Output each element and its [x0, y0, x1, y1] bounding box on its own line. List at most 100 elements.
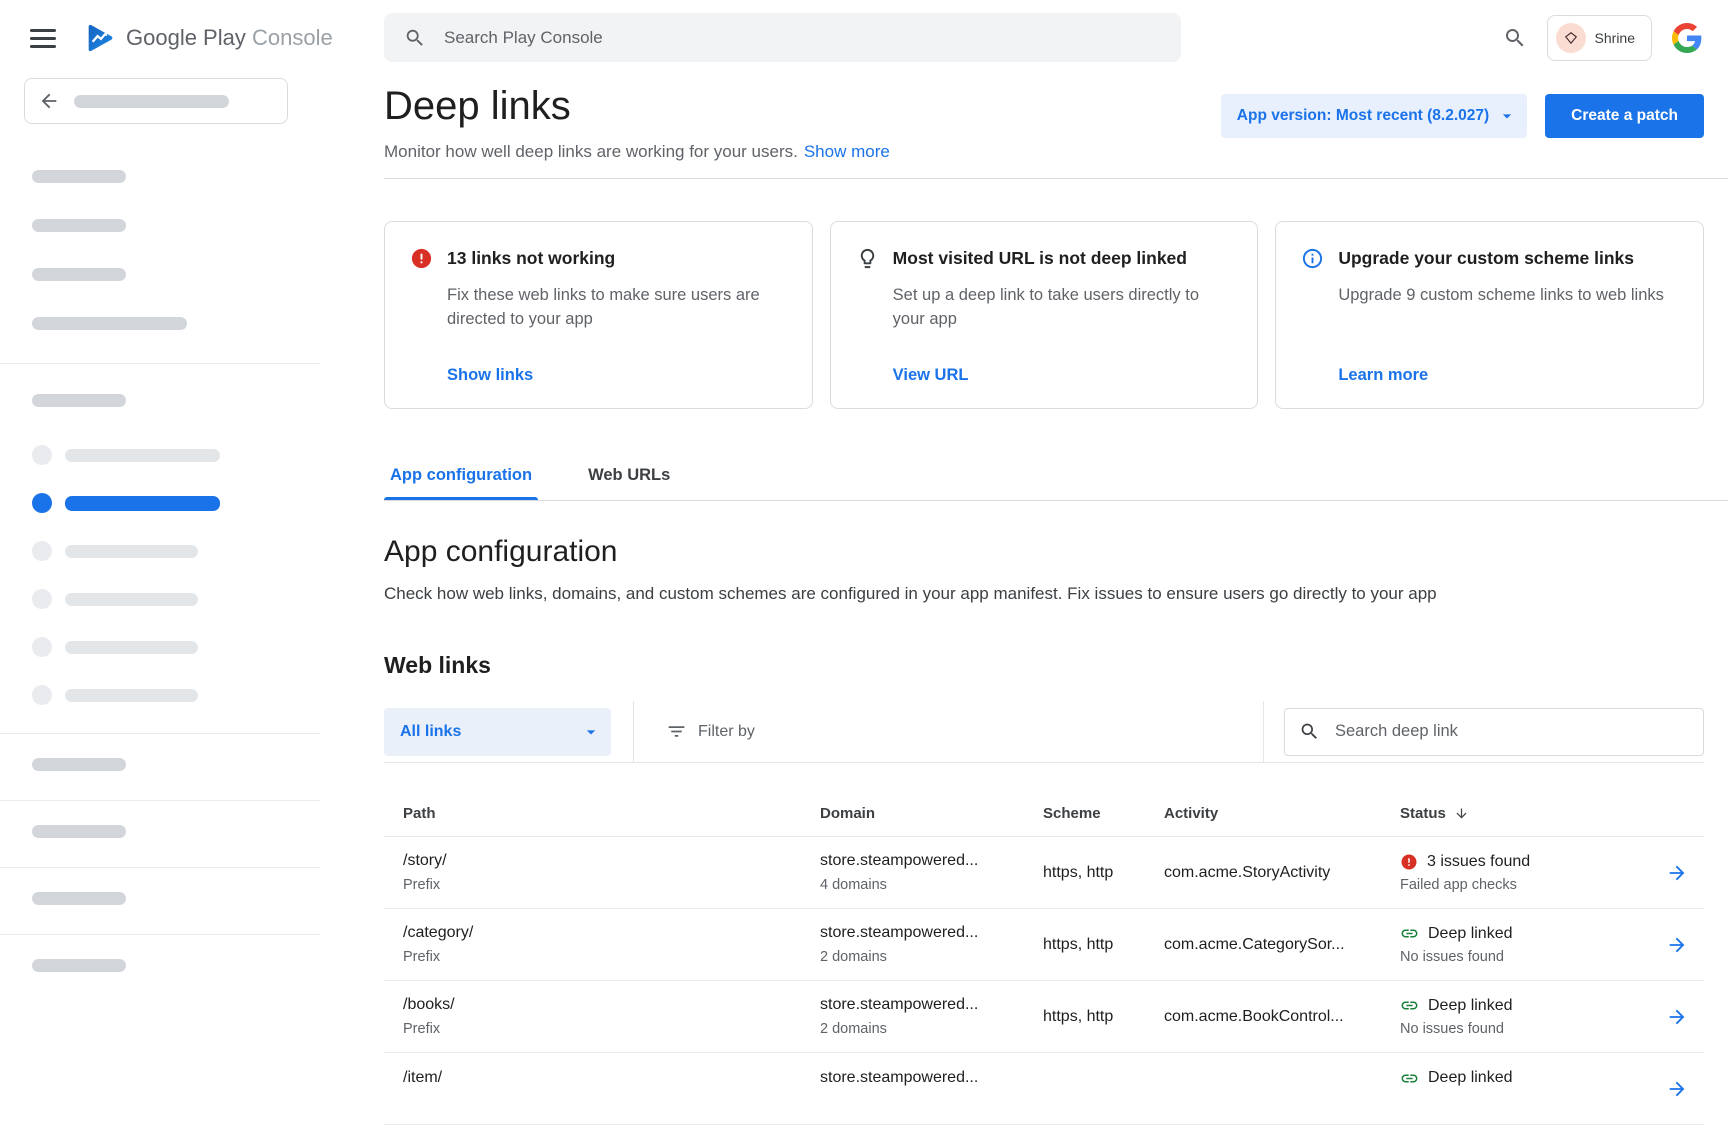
- skeleton-bar: [32, 317, 187, 330]
- view-url-link[interactable]: View URL: [893, 366, 1234, 385]
- row-arrow-icon[interactable]: [1666, 862, 1688, 884]
- google-account-avatar[interactable]: [1672, 23, 1702, 53]
- nav-item-icon: [32, 637, 52, 657]
- deep-link-path: /item/: [403, 1069, 820, 1087]
- skeleton-bar: [32, 170, 126, 183]
- status-detail: [1400, 1094, 1640, 1109]
- status-badge: Deep linked: [1428, 925, 1513, 943]
- skeleton-bar: [74, 95, 229, 108]
- nav-item-icon: [32, 589, 52, 609]
- domain: store.steampowered...: [820, 852, 1043, 870]
- table-row[interactable]: /books/Prefix store.steampowered...2 dom…: [384, 981, 1704, 1053]
- page-header: Deep links Monitor how well deep links a…: [384, 82, 1704, 162]
- card-title: 13 links not working: [447, 248, 615, 269]
- search-icon-button[interactable]: [1503, 26, 1527, 50]
- deep-link-search[interactable]: [1284, 708, 1704, 756]
- section-description: Check how web links, domains, and custom…: [384, 584, 1704, 604]
- logo-text-secondary: Console: [252, 25, 333, 50]
- status-badge: 3 issues found: [1427, 853, 1530, 871]
- sidebar: [0, 76, 320, 1080]
- card-body: Fix these web links to make sure users a…: [447, 284, 788, 332]
- topbar: Google Play Console Shrine: [0, 0, 1728, 76]
- lightbulb-icon: [856, 247, 879, 270]
- tab-bar: App configuration Web URLs: [384, 454, 1728, 501]
- skeleton-bar: [65, 641, 198, 654]
- tab-app-configuration[interactable]: App configuration: [384, 454, 538, 500]
- tab-web-urls[interactable]: Web URLs: [582, 454, 676, 500]
- logo-text-primary: Google Play: [126, 25, 246, 50]
- table-header: Path Domain Scheme Activity Status: [384, 791, 1704, 837]
- sidebar-item[interactable]: [0, 637, 320, 657]
- status-badge: Deep linked: [1428, 1069, 1513, 1087]
- app-switcher-label: Shrine: [1595, 30, 1635, 46]
- row-arrow-icon[interactable]: [1666, 934, 1688, 956]
- app-version-label: App version: Most recent (8.2.027): [1237, 107, 1489, 125]
- sidebar-divider: [0, 363, 320, 364]
- deep-link-path: /category/: [403, 924, 820, 942]
- domain: store.steampowered...: [820, 1069, 1043, 1087]
- activity: com.acme.StoryActivity: [1164, 864, 1400, 882]
- sidebar-back-button[interactable]: [24, 78, 288, 124]
- play-console-app: Google Play Console Shrine: [0, 0, 1728, 1080]
- dropdown-caret-icon: [581, 722, 601, 742]
- column-header-path[interactable]: Path: [403, 805, 820, 822]
- menu-icon[interactable]: [30, 29, 56, 48]
- row-arrow-icon[interactable]: [1666, 1006, 1688, 1028]
- global-search[interactable]: [384, 13, 1181, 62]
- play-logo-icon: [84, 22, 116, 54]
- play-console-logo[interactable]: Google Play Console: [84, 22, 333, 54]
- sidebar-item[interactable]: [0, 589, 320, 609]
- nav-item-icon: [32, 541, 52, 561]
- global-search-input[interactable]: [442, 27, 1161, 49]
- skeleton-bar: [32, 959, 126, 972]
- filter-by-button[interactable]: Filter by: [660, 720, 761, 743]
- sidebar-item-active[interactable]: [0, 493, 320, 513]
- column-header-activity[interactable]: Activity: [1164, 805, 1400, 822]
- skeleton-bar: [32, 394, 126, 407]
- path-type: Prefix: [403, 1021, 820, 1037]
- create-patch-button[interactable]: Create a patch: [1545, 94, 1704, 138]
- card-body: Upgrade 9 custom scheme links to web lin…: [1338, 284, 1679, 308]
- path-type: Prefix: [403, 949, 820, 965]
- page-subtitle: Monitor how well deep links are working …: [384, 142, 798, 161]
- table-row[interactable]: /category/Prefix store.steampowered...2 …: [384, 909, 1704, 981]
- deep-link-search-input[interactable]: [1333, 721, 1689, 742]
- show-links-link[interactable]: Show links: [447, 366, 788, 385]
- skeleton-bar: [32, 758, 126, 771]
- column-header-status[interactable]: Status: [1400, 805, 1640, 822]
- scheme: https, http: [1043, 936, 1164, 954]
- search-icon: [1503, 26, 1527, 50]
- sidebar-item[interactable]: [0, 445, 320, 465]
- skeleton-bar: [32, 892, 126, 905]
- sidebar-item[interactable]: [0, 541, 320, 561]
- web-links-title: Web links: [384, 652, 1704, 679]
- card-title: Upgrade your custom scheme links: [1338, 248, 1634, 269]
- links-filter-dropdown[interactable]: All links: [384, 708, 611, 756]
- logo-text: Google Play Console: [126, 25, 333, 51]
- column-header-scheme[interactable]: Scheme: [1043, 805, 1164, 822]
- card-upgrade-custom-scheme: Upgrade your custom scheme links Upgrade…: [1275, 221, 1704, 409]
- scheme: https, http: [1043, 864, 1164, 882]
- card-title: Most visited URL is not deep linked: [893, 248, 1187, 269]
- header-divider: [384, 178, 1728, 179]
- section-title: App configuration: [384, 535, 1704, 569]
- error-icon: [410, 247, 433, 270]
- divider: [1263, 701, 1264, 763]
- app-switcher-chip[interactable]: Shrine: [1547, 15, 1652, 61]
- row-arrow-icon[interactable]: [1666, 1078, 1688, 1100]
- sidebar-item[interactable]: [0, 685, 320, 705]
- app-version-selector[interactable]: App version: Most recent (8.2.027): [1221, 94, 1527, 138]
- activity: com.acme.BookControl...: [1164, 1008, 1400, 1026]
- sidebar-divider: [0, 867, 320, 868]
- nav-item-icon: [32, 493, 52, 513]
- search-icon: [404, 27, 426, 49]
- nav-item-icon: [32, 685, 52, 705]
- learn-more-link[interactable]: Learn more: [1338, 366, 1679, 385]
- link-icon: [1400, 1069, 1419, 1088]
- show-more-link[interactable]: Show more: [804, 142, 890, 161]
- table-row[interactable]: /story/Prefix store.steampowered...4 dom…: [384, 837, 1704, 909]
- column-header-domain[interactable]: Domain: [820, 805, 1043, 822]
- table-row[interactable]: /item/ store.steampowered... Deep linked: [384, 1053, 1704, 1125]
- skeleton-bar: [65, 545, 198, 558]
- sidebar-skeleton-group: [32, 170, 320, 330]
